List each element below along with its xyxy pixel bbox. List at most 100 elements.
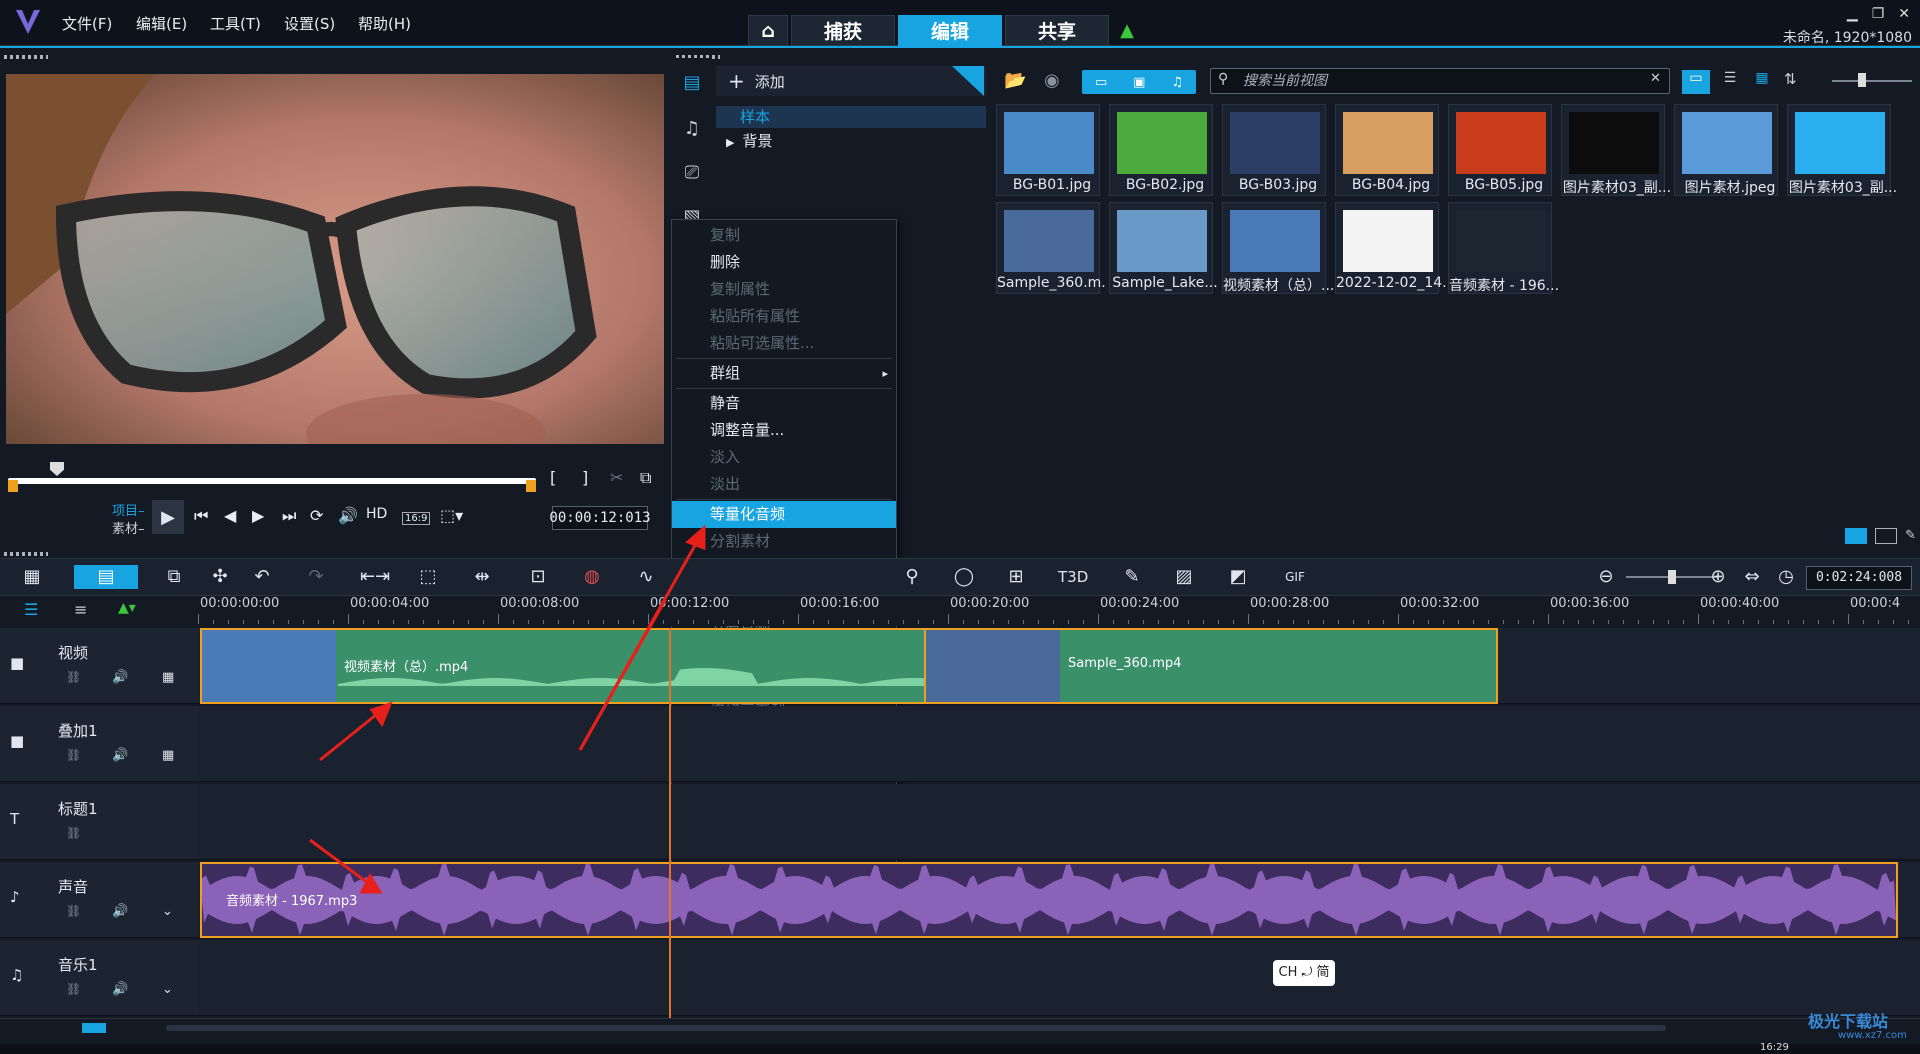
- tree-item-sample[interactable]: 样本: [716, 106, 986, 128]
- transparency-icon[interactable]: ▦: [162, 670, 174, 685]
- library-thumbnail[interactable]: Sample_Lake...: [1109, 202, 1218, 294]
- color-icon[interactable]: ◍: [580, 565, 604, 589]
- link-icon[interactable]: ⛓: [66, 904, 81, 918]
- undo-icon[interactable]: ↶: [250, 565, 274, 589]
- capture-icon[interactable]: ◉: [1044, 70, 1060, 91]
- context-menu-item[interactable]: 调整音量...: [672, 417, 896, 444]
- tracking-icon[interactable]: ⊞: [1004, 565, 1028, 589]
- library-thumbnail[interactable]: 图片素材.jpeg: [1674, 104, 1778, 196]
- scissors-icon[interactable]: ✂: [610, 468, 623, 487]
- title-3d-icon[interactable]: T3D: [1058, 565, 1088, 589]
- library-thumbnail[interactable]: BG-B04.jpg: [1335, 104, 1439, 196]
- crop-icon[interactable]: ⬚: [416, 565, 440, 589]
- menu-edit[interactable]: 编辑(E): [136, 13, 187, 34]
- media-icon[interactable]: ▤: [676, 72, 708, 96]
- audio-filter-icon[interactable]: ♫: [1171, 75, 1183, 90]
- sort-icon[interactable]: ⇅: [1784, 70, 1808, 94]
- track-lane[interactable]: [198, 784, 1920, 860]
- enlarge-preview-icon[interactable]: ⧉: [640, 468, 651, 488]
- library-thumbnail[interactable]: BG-B03.jpg: [1222, 104, 1326, 196]
- context-menu-item[interactable]: 删除: [672, 249, 896, 276]
- change-view-icon[interactable]: ⬚▾: [440, 506, 463, 525]
- thumb-size-slider[interactable]: [1832, 80, 1912, 82]
- aspect-ratio[interactable]: 16:9: [402, 512, 431, 525]
- prev-frame-icon[interactable]: ◀: [224, 506, 236, 525]
- zoom-slider-handle[interactable]: [1668, 570, 1676, 584]
- go-end-icon[interactable]: ⏭: [282, 506, 296, 526]
- hd-toggle[interactable]: HD: [366, 506, 387, 522]
- trim-in-handle[interactable]: [8, 480, 18, 492]
- photo-filter-icon[interactable]: ▣: [1133, 75, 1145, 90]
- panel-grip[interactable]: [4, 552, 48, 556]
- timeline-clip[interactable]: 视频素材（总）.mp4: [200, 628, 926, 704]
- track-lane[interactable]: [198, 940, 1920, 1016]
- mute-icon[interactable]: 🔊: [112, 670, 128, 685]
- context-menu-item[interactable]: 粘贴所有属性: [672, 303, 896, 330]
- edit-icon[interactable]: ✎: [1905, 528, 1916, 550]
- trim-out-handle[interactable]: [526, 480, 536, 492]
- mute-icon[interactable]: 🔊: [112, 904, 128, 919]
- volume-icon[interactable]: 🔊: [338, 506, 358, 525]
- clear-search-icon[interactable]: ✕: [1650, 71, 1661, 86]
- fit-timeline-icon[interactable]: ⇤⇥: [360, 565, 390, 589]
- track-manager-icon[interactable]: ☰: [24, 600, 38, 619]
- view-list-icon[interactable]: ☰: [1716, 70, 1744, 94]
- timeline-clip[interactable]: 音频素材 - 1967.mp3: [200, 862, 1898, 938]
- scrubber-head[interactable]: [50, 462, 64, 476]
- library-thumbnail[interactable]: 音频素材 - 196...: [1448, 202, 1559, 294]
- playhead[interactable]: [669, 628, 671, 1028]
- library-thumbnail[interactable]: BG-B02.jpg: [1109, 104, 1213, 196]
- ime-indicator[interactable]: CH ⤾ 简: [1273, 960, 1335, 986]
- context-menu-item[interactable]: 静音: [672, 390, 896, 417]
- view-thumb-icon[interactable]: ▭: [1682, 70, 1710, 94]
- tab-share[interactable]: 共享: [1005, 15, 1109, 46]
- menu-file[interactable]: 文件(F): [62, 13, 112, 34]
- link-icon[interactable]: ⛓: [66, 670, 81, 684]
- library-thumbnail[interactable]: 2022-12-02_14...: [1335, 202, 1446, 294]
- trim-icon[interactable]: ⊡: [526, 565, 550, 589]
- context-menu-item[interactable]: 群组 ▸: [672, 360, 896, 387]
- mask-icon[interactable]: ◯: [952, 565, 976, 589]
- project-mode[interactable]: 项目–: [112, 500, 145, 519]
- slider-handle[interactable]: [1858, 73, 1866, 87]
- storyboard-view-icon[interactable]: ▦: [20, 565, 44, 589]
- play-button[interactable]: ▶: [152, 500, 184, 534]
- library-thumbnail[interactable]: 视频素材（总）...: [1222, 202, 1333, 294]
- scroll-thumb[interactable]: [166, 1025, 1666, 1031]
- track-lane[interactable]: [198, 706, 1920, 782]
- mark-in-icon[interactable]: [: [550, 468, 556, 487]
- mute-icon[interactable]: 🔊: [112, 982, 128, 997]
- go-start-icon[interactable]: ⏮: [194, 506, 208, 526]
- tab-edit[interactable]: 编辑: [898, 15, 1002, 46]
- library-thumbnail[interactable]: BG-B01.jpg: [996, 104, 1100, 196]
- library-thumbnail[interactable]: 图片素材03_副...: [1561, 104, 1671, 196]
- timecode-display[interactable]: 00:00:12:013: [549, 506, 651, 530]
- track-header[interactable]: ♫ 音乐1 ⛓ 🔊 ⌄: [0, 940, 198, 1016]
- next-frame-icon[interactable]: ▶: [252, 506, 264, 525]
- view-grid-icon[interactable]: ▦: [1748, 70, 1776, 94]
- zoom-in-icon[interactable]: ⊕: [1706, 565, 1730, 589]
- track-header[interactable]: ♪ 声音 ⛓ 🔊 ⌄: [0, 862, 198, 938]
- context-menu-item[interactable]: 淡入: [672, 444, 896, 471]
- zoom-out-icon[interactable]: ⊖: [1594, 565, 1618, 589]
- menu-settings[interactable]: 设置(S): [284, 13, 335, 34]
- layout-icon[interactable]: [1875, 528, 1898, 544]
- tab-capture[interactable]: 捕获: [791, 15, 895, 46]
- chapter-icon[interactable]: ≡: [74, 600, 87, 619]
- instant-project-icon[interactable]: ⎚: [676, 162, 708, 186]
- mark-out-icon[interactable]: ]: [582, 468, 588, 487]
- search-input[interactable]: 搜索当前视图: [1210, 68, 1670, 94]
- timeline-ruler[interactable]: 00:00:00:00 00:00:04:00 00:00:08:00 00:00:1…: [198, 596, 1920, 626]
- scrub-bar[interactable]: [8, 478, 536, 484]
- timeline-clip[interactable]: Sample_360.mp4: [924, 628, 1498, 704]
- upload-icon[interactable]: ▲: [1112, 15, 1142, 46]
- link-icon[interactable]: ⛓: [66, 826, 81, 840]
- close-icon[interactable]: ✕: [1898, 6, 1910, 22]
- mute-icon[interactable]: 🔊: [112, 748, 128, 763]
- motion-icon[interactable]: ⚲: [900, 565, 924, 589]
- overlay-icon[interactable]: ▨: [1172, 565, 1196, 589]
- add-folder-row[interactable]: + 添加: [716, 66, 986, 96]
- player-preview[interactable]: [6, 74, 664, 444]
- video-filter-icon[interactable]: ▭: [1095, 75, 1107, 90]
- track-header[interactable]: ■ 叠加1 ⛓ 🔊 ▦: [0, 706, 198, 782]
